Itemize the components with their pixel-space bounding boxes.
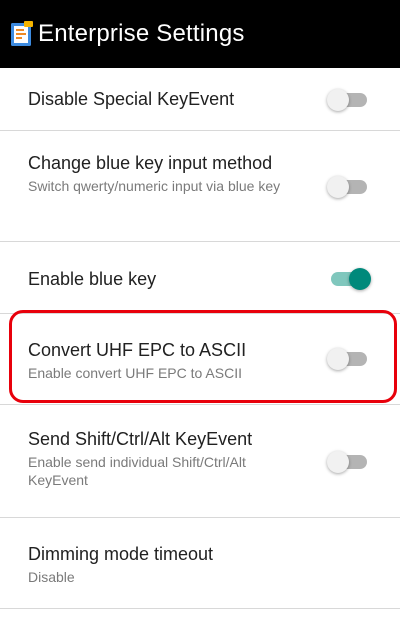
- setting-label: Disable Special KeyEvent: [28, 89, 235, 109]
- setting-label: Change blue key input method: [28, 153, 273, 173]
- setting-dimming-mode-timeout[interactable]: Dimming mode timeout Disable: [0, 518, 400, 609]
- switch-thumb: [327, 89, 349, 111]
- change-blue-key-input-method-switch[interactable]: [327, 172, 371, 202]
- switch-thumb: [327, 348, 349, 370]
- send-shift-ctrl-alt-keyevent-switch[interactable]: [327, 447, 371, 477]
- setting-label: Enable blue key: [28, 269, 157, 289]
- setting-label: Send Shift/Ctrl/Alt KeyEvent: [28, 429, 253, 449]
- setting-summary: Enable send individual Shift/Ctrl/Alt Ke…: [28, 454, 246, 488]
- action-bar: Enterprise Settings: [0, 0, 400, 68]
- setting-summary: Disable: [28, 569, 75, 585]
- disable-special-keyevent-switch[interactable]: [327, 85, 371, 115]
- switch-thumb: [349, 268, 371, 290]
- enable-blue-key-switch[interactable]: [327, 264, 371, 294]
- setting-summary: Switch qwerty/numeric input via blue key: [28, 178, 281, 194]
- setting-label: Convert UHF EPC to ASCII: [28, 340, 247, 360]
- setting-change-blue-key-input-method[interactable]: Change blue key input method Switch qwer…: [0, 131, 400, 242]
- settings-app-icon: [10, 21, 34, 47]
- convert-uhf-epc-to-ascii-switch[interactable]: [327, 344, 371, 374]
- switch-thumb: [327, 176, 349, 198]
- setting-convert-uhf-epc-to-ascii[interactable]: Convert UHF EPC to ASCII Enable convert …: [0, 314, 400, 405]
- screen: Enterprise Settings Disable Special KeyE…: [0, 0, 400, 637]
- setting-summary: Enable convert UHF EPC to ASCII: [28, 365, 242, 381]
- switch-thumb: [327, 451, 349, 473]
- setting-enable-blue-key[interactable]: Enable blue key: [0, 242, 400, 314]
- setting-disable-special-keyevent[interactable]: Disable Special KeyEvent: [0, 68, 400, 131]
- setting-send-shift-ctrl-alt-keyevent[interactable]: Send Shift/Ctrl/Alt KeyEvent Enable send…: [0, 405, 400, 518]
- settings-list: Disable Special KeyEvent Change blue key…: [0, 68, 400, 609]
- setting-label: Dimming mode timeout: [28, 544, 214, 564]
- page-title: Enterprise Settings: [38, 20, 245, 47]
